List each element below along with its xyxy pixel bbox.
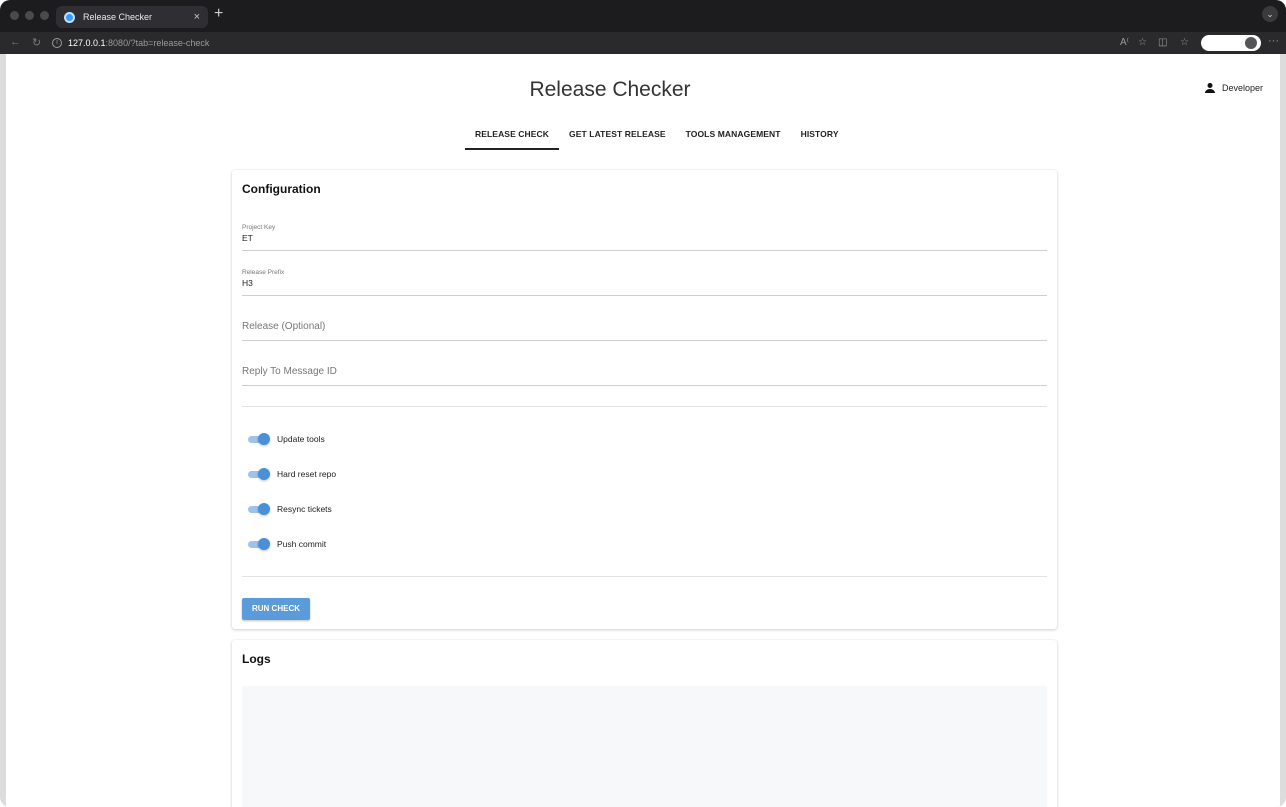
url-path: :8080/?tab=release-check	[105, 38, 210, 48]
hard-reset-repo-label: Hard reset repo	[277, 469, 337, 479]
browser-tab-title: Release Checker	[83, 12, 153, 22]
tab-release-check[interactable]: RELEASE CHECK	[465, 121, 560, 150]
favorites-icon[interactable]: ☆	[1180, 37, 1189, 48]
hard-reset-repo-toggle-row: Hard reset repo	[248, 468, 336, 480]
url-text: 127.0.0.1:8080/?tab=release-check	[68, 38, 209, 48]
avatar	[1245, 37, 1257, 49]
release-prefix-label: Release Prefix	[242, 269, 285, 276]
update-tools-label: Update tools	[277, 434, 325, 444]
configuration-card: Configuration Project Key ET Release Pre…	[232, 170, 1057, 629]
logs-card: Logs	[232, 640, 1057, 807]
release-field[interactable]: Release (Optional)	[242, 305, 1047, 341]
log-output[interactable]	[242, 686, 1047, 807]
more-options-icon[interactable]: ···	[1268, 35, 1279, 47]
project-key-label: Project Key	[242, 224, 276, 231]
logs-title: Logs	[242, 652, 271, 666]
tab-get-latest-release[interactable]: GET LATEST RELEASE	[559, 121, 676, 150]
reply-to-placeholder: Reply To Message ID	[242, 366, 337, 377]
minimize-window-button[interactable]	[25, 11, 34, 20]
release-prefix-value: H3	[242, 278, 253, 288]
close-window-button[interactable]	[10, 11, 19, 20]
divider	[242, 406, 1047, 407]
page-content: Release Checker Developer RELEASE CHECK …	[6, 54, 1280, 807]
project-key-value: ET	[242, 233, 253, 243]
maximize-window-button[interactable]	[40, 11, 49, 20]
read-aloud-icon[interactable]: A⁽	[1120, 37, 1129, 48]
browser-window: Release Checker × + ⌄ ← ↻ i 127.0.0.1:80…	[0, 0, 1286, 807]
push-commit-toggle[interactable]	[248, 538, 270, 550]
resync-tickets-toggle-row: Resync tickets	[248, 503, 332, 515]
update-tools-toggle[interactable]	[248, 433, 270, 445]
new-tab-icon[interactable]: +	[214, 5, 223, 23]
reply-to-message-id-field[interactable]: Reply To Message ID	[242, 350, 1047, 386]
user-menu[interactable]: Developer	[1204, 82, 1263, 94]
main-tabs: RELEASE CHECK GET LATEST RELEASE TOOLS M…	[465, 121, 849, 150]
push-commit-label: Push commit	[277, 539, 327, 549]
user-icon	[1204, 83, 1215, 93]
close-tab-icon[interactable]: ×	[194, 11, 200, 23]
favorite-star-icon[interactable]: ☆	[1138, 37, 1147, 48]
configuration-title: Configuration	[242, 182, 321, 196]
release-prefix-field[interactable]: Release Prefix H3	[242, 260, 1047, 296]
back-icon[interactable]: ←	[10, 36, 21, 48]
reload-icon[interactable]: ↻	[32, 36, 41, 49]
url-field[interactable]: i 127.0.0.1:8080/?tab=release-check	[52, 35, 1112, 51]
tab-history[interactable]: HISTORY	[791, 121, 849, 150]
run-check-button[interactable]: RUN CHECK	[242, 598, 310, 620]
hard-reset-repo-toggle[interactable]	[248, 468, 270, 480]
chevron-down-icon[interactable]: ⌄	[1262, 6, 1278, 22]
resync-tickets-toggle[interactable]	[248, 503, 270, 515]
browser-tab[interactable]: Release Checker ×	[56, 6, 208, 28]
divider	[242, 576, 1047, 577]
release-placeholder: Release (Optional)	[242, 321, 326, 332]
update-tools-toggle-row: Update tools	[248, 433, 325, 445]
tab-tools-management[interactable]: TOOLS MANAGEMENT	[676, 121, 791, 150]
url-host: 127.0.0.1	[68, 38, 106, 48]
user-name: Developer	[1221, 83, 1263, 93]
browser-titlebar: Release Checker × + ⌄	[0, 0, 1286, 32]
resync-tickets-label: Resync tickets	[277, 504, 332, 514]
page-title: Release Checker	[529, 78, 691, 101]
split-screen-icon[interactable]: ◫	[1158, 37, 1167, 48]
push-commit-toggle-row: Push commit	[248, 538, 326, 550]
profile-button[interactable]	[1201, 35, 1261, 51]
info-icon[interactable]: i	[52, 38, 62, 48]
project-key-field[interactable]: Project Key ET	[242, 215, 1047, 251]
address-bar: ← ↻ i 127.0.0.1:8080/?tab=release-check …	[0, 32, 1286, 54]
favicon-icon	[64, 11, 75, 23]
